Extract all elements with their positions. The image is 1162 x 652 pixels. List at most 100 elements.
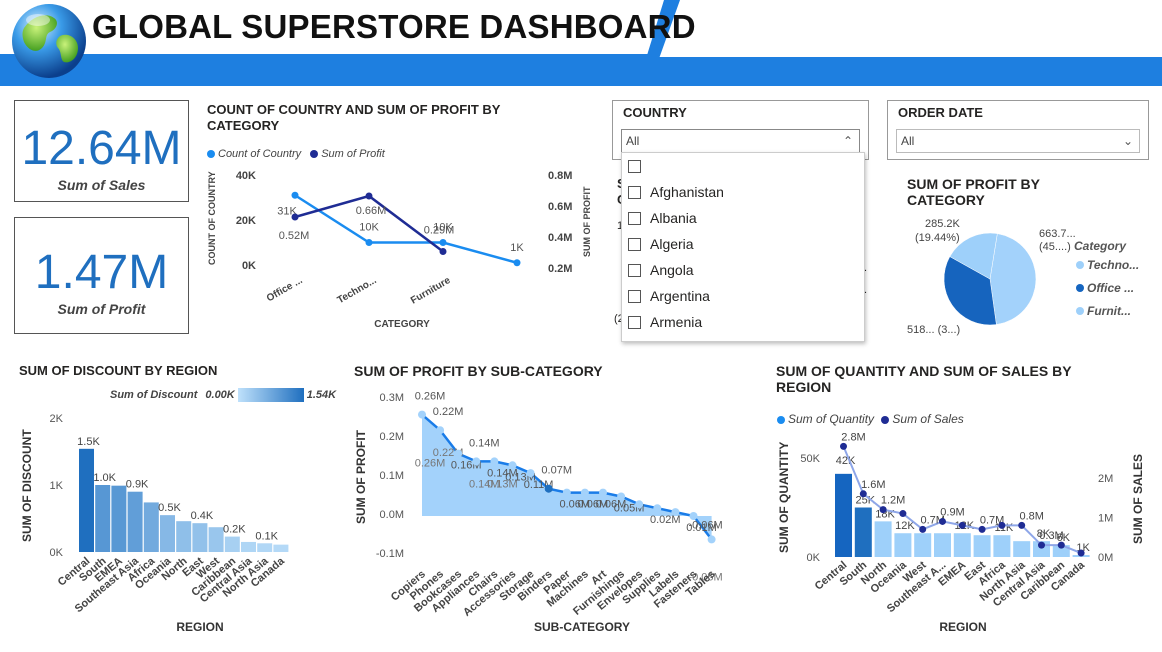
discount-bar [224,536,240,552]
country-option[interactable] [622,153,864,179]
count-point [513,259,521,267]
quantity-bar [993,535,1011,557]
pie-data-label: (45....) [1039,241,1071,253]
discount-bar [127,491,143,552]
profit-point [544,484,553,493]
discount-legend: Sum of Discount 0.00K 1.54K [110,388,336,402]
chevron-down-icon[interactable]: ⌄ [1123,130,1133,152]
count-point [365,239,373,246]
discount-legend-gradient [237,388,304,402]
country-option[interactable]: Algeria [622,231,864,257]
country-option[interactable]: Armenia [622,309,864,335]
y-tick-label: 0.0M [380,509,404,521]
legend-label-profit: Sum of Profit [321,148,385,160]
sales-point [1057,541,1065,549]
globe-icon [12,4,86,78]
kpi-profit-label: Sum of Profit [57,301,146,317]
country-option-label: Albania [650,210,697,226]
country-option[interactable]: Afghanistan [622,179,864,205]
profit-shadow-label: 0.26M [415,458,446,470]
chevron-up-icon[interactable]: ⌃ [843,130,853,152]
pie-legend-label: Techno... [1087,258,1139,272]
y-tick-label: 2K [50,413,64,425]
country-option[interactable]: Angola [622,257,864,283]
profit-point [472,457,481,466]
checkbox[interactable] [628,211,641,225]
legend-dot-quantity [777,415,785,424]
discount-bar [192,523,208,552]
quantity-bar [894,533,912,557]
country-dropdown[interactable]: All ⌃ [621,129,860,153]
checkbox[interactable] [628,263,641,277]
quantity-bar [914,533,932,557]
x-axis-label: REGION [939,620,986,634]
y2-axis-label: SUM OF SALES [1131,454,1145,544]
kpi-card-profit: 1.47M Sum of Profit [14,217,189,334]
subcat-canvas: 0.3M 0.2M 0.1M 0.0M -0.1M SUM OF PROFIT SUB-CA… [354,391,723,634]
checkbox[interactable] [628,159,641,173]
checkbox[interactable] [628,237,641,251]
legend-dot-sales [881,415,890,424]
discount-legend-label: Sum of Discount [110,389,198,401]
legend-label-count: Count of Country [218,148,302,160]
pie-data-label: 663.7... [1039,228,1076,240]
profit-point [291,213,299,221]
chart1-title: COUNT OF COUNTRY AND SUM OF PROFIT BY CA… [207,102,501,133]
kpi-sales-value: 12.64M [21,122,182,175]
sales-data-label: 2.8M [841,431,865,443]
y2-tick-label: 0.6M [548,201,572,213]
pie-canvas: 663.7...(45....) 518... (3...) 285.2K (19.4… [907,218,1139,336]
country-slicer: COUNTRY All ⌃ [612,100,869,160]
bar-data-label: 1.5K [77,436,100,448]
discount-legend-max: 1.54K [306,389,337,401]
pie-legend-title: Category [1074,239,1127,253]
country-option-label: Afghanistan [650,184,724,200]
quantity-data-label: 42K [836,455,856,467]
bar-data-label: 0.5K [158,502,181,514]
profit-point [671,508,680,517]
country-dropdown-list[interactable]: Afghanistan Albania Algeria Angola Argentina… [621,152,865,342]
country-option[interactable]: Albania [622,205,864,231]
profit-point [454,449,463,458]
discount-bar [208,527,224,552]
discount-bar [79,448,94,552]
discount-title: SUM OF DISCOUNT BY REGION [19,363,218,378]
country-slicer-title: COUNTRY [623,105,687,120]
profit-point [439,248,447,255]
checkbox[interactable] [628,315,641,329]
chart1-canvas: 40K 20K 0K 0.8M 0.6M 0.4M 0.2M COUNT OF COUNTRY… [207,170,592,330]
quantity-bar [1013,541,1031,557]
checkbox[interactable] [628,185,641,199]
profit-data-label: 0.29M [424,225,455,237]
country-option[interactable]: Argentina [622,283,864,309]
legend-label-sales: Sum of Sales [892,412,964,426]
profit-data-label: 0.22M [433,406,464,418]
country-option-label: Armenia [650,314,703,330]
sales-point [919,525,927,533]
quantity-bar [953,533,971,557]
discount-bar [241,541,256,552]
x-axis-label: SUB-CATEGORY [534,620,630,634]
country-selected-value: All [626,134,640,148]
sales-point [1077,549,1085,557]
y2-tick-label: 0.4M [548,232,572,244]
order-date-slicer-title: ORDER DATE [898,105,983,120]
y2-tick-label: 2M [1098,473,1113,485]
count-data-label: 10K [359,222,379,234]
y-tick-label: 0.1M [380,470,404,482]
profit-point [508,461,517,470]
profit-data-label: 0.14M [469,437,500,449]
sales-data-label: 0.9M [940,506,964,518]
profit-point [418,410,426,419]
qty-sales-title: SUM OF QUANTITY AND SUM OF SALES BY REGI… [776,363,1072,395]
pie-legend-label: Office ... [1087,281,1134,295]
y-tick-label: 0.3M [380,392,404,404]
y2-tick-label: 0.2M [548,263,572,275]
profit-data-label: 0.66M [356,205,387,217]
order-date-dropdown[interactable]: All ⌄ [896,129,1140,153]
sales-data-label: 0.3M [1039,530,1063,542]
pie-slice [989,233,1037,325]
pie-title: SUM OF PROFIT BY CATEGORY [907,176,1040,208]
quantity-bar [934,533,951,557]
checkbox[interactable] [628,289,641,303]
